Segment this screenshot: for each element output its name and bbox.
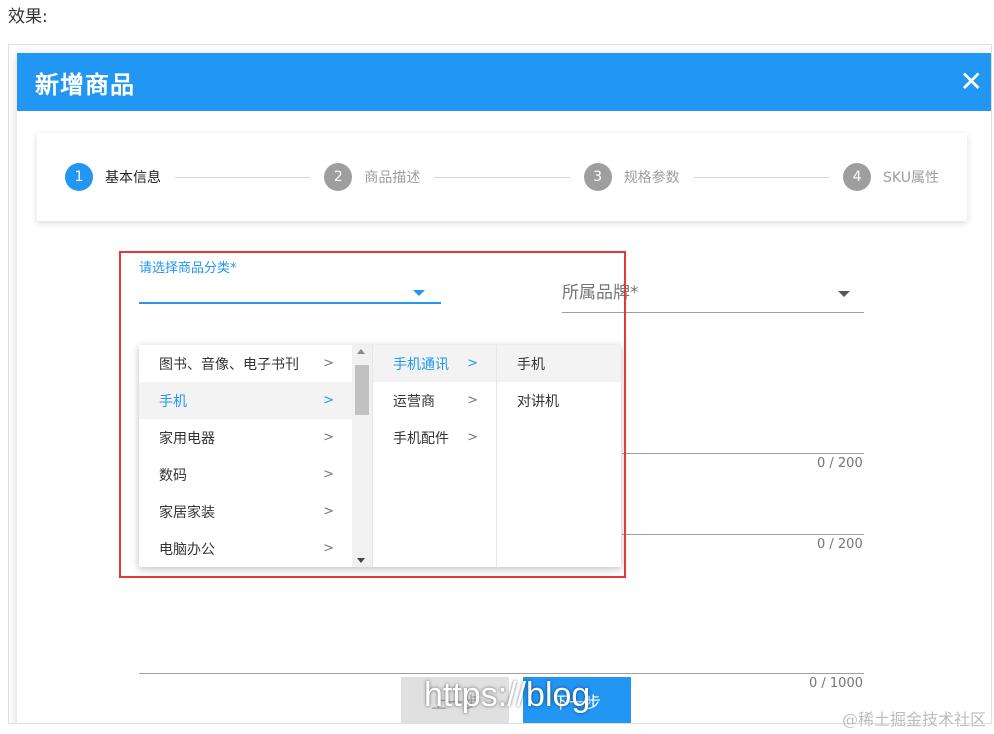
char-counter-2: 0 / 200 — [817, 537, 863, 552]
textarea-line[interactable] — [139, 673, 864, 674]
category-label: 请选择商品分类* — [139, 261, 237, 276]
text-field-line-2[interactable] — [622, 534, 864, 535]
dropdown-arrow-icon[interactable] — [838, 291, 850, 297]
cascader.col1-item[interactable]: 家用电器 > — [139, 419, 352, 456]
step-connector — [175, 176, 311, 178]
watermark-url: https://blog — [424, 676, 591, 714]
dialog-header: 新增商品 ✕ — [17, 53, 991, 111]
step-number: 2 — [324, 163, 353, 191]
add-product-dialog: 新增商品 ✕ 1 基本信息 2 商品描述 3 规格参数 4 SKU属性 请选择商… — [17, 53, 991, 723]
cascader-column-2: 手机通讯 > 运营商 > 手机配件 > — [373, 345, 497, 567]
page-label: 效果: — [8, 7, 48, 27]
cascader-item-label: 运营商 — [393, 393, 435, 410]
category-cascader: 图书、音像、电子书刊 > 手机 > 家用电器 > 数码 > 家居家装 > 电脑办公 > 手机通讯 > 运营… — [139, 345, 621, 567]
cascader.col1-item[interactable]: 手机 > — [139, 382, 353, 419]
step-basic-info[interactable]: 1 基本信息 — [65, 163, 161, 191]
text-field-line-1[interactable] — [622, 453, 864, 454]
cascader-column-3: 手机 对讲机 — [497, 345, 621, 567]
cascader.col2-item[interactable]: 运营商 > — [373, 382, 496, 419]
cascader.col3-item[interactable]: 对讲机 — [497, 382, 621, 419]
step-label: 规格参数 — [623, 170, 680, 186]
cascader-column-1: 图书、音像、电子书刊 > 手机 > 家用电器 > 数码 > 家居家装 > 电脑办公 > — [139, 345, 373, 567]
char-counter-1: 0 / 200 — [817, 456, 863, 471]
chevron-right-icon: > — [323, 356, 335, 371]
step-label: SKU属性 — [883, 170, 939, 186]
cascader.col1-item[interactable]: 图书、音像、电子书刊 > — [139, 345, 352, 382]
scroll-up-arrow-icon[interactable] — [357, 349, 366, 354]
cascader-item-label: 手机通讯 — [393, 356, 449, 373]
cascader-item-label: 电脑办公 — [159, 541, 215, 558]
scrollbar[interactable] — [352, 345, 372, 567]
cascader-item-label: 家居家装 — [159, 504, 215, 521]
brand-placeholder: 所属品牌* — [562, 283, 639, 303]
chevron-right-icon: > — [323, 430, 335, 445]
screenshot-frame: 新增商品 ✕ 1 基本信息 2 商品描述 3 规格参数 4 SKU属性 请选择商… — [8, 44, 992, 724]
step-label: 商品描述 — [364, 170, 421, 186]
chevron-right-icon: > — [323, 393, 335, 408]
cascader-list-1: 图书、音像、电子书刊 > 手机 > 家用电器 > 数码 > 家居家装 > 电脑办公 > — [139, 345, 353, 567]
cascader.col1-item[interactable]: 数码 > — [139, 456, 352, 493]
chevron-right-icon: > — [323, 504, 335, 519]
step-connector — [693, 176, 830, 178]
category-input[interactable] — [139, 276, 441, 304]
step-number: 1 — [65, 163, 93, 191]
category-select[interactable]: 请选择商品分类* — [139, 257, 441, 304]
cascader-item-label: 数码 — [159, 467, 187, 484]
chevron-right-icon: > — [467, 393, 478, 408]
step-spec-params[interactable]: 3 规格参数 — [583, 163, 680, 191]
cascader-item-label: 手机 — [517, 356, 545, 373]
cascader-item-label: 家用电器 — [159, 430, 215, 447]
watermark-site: @稀土掘金技术社区 — [841, 710, 986, 729]
brand-select[interactable]: 所属品牌* — [562, 279, 864, 313]
chevron-right-icon: > — [467, 356, 478, 371]
stepper: 1 基本信息 2 商品描述 3 规格参数 4 SKU属性 — [37, 133, 967, 221]
scrollbar-thumb[interactable] — [355, 365, 370, 415]
cascader.col1-item[interactable]: 电脑办公 > — [139, 530, 352, 567]
cascader.col1-item[interactable]: 家居家装 > — [139, 493, 352, 530]
chevron-right-icon: > — [323, 467, 335, 482]
cascader-item-label: 手机配件 — [393, 430, 449, 447]
dropdown-arrow-icon[interactable] — [413, 290, 425, 296]
step-connector — [434, 176, 570, 178]
step-number: 3 — [583, 163, 612, 191]
chevron-right-icon: > — [467, 430, 478, 445]
char-counter-3: 0 / 1000 — [809, 676, 863, 691]
cascader.col3-item[interactable]: 手机 — [497, 345, 621, 382]
cascader-item-label: 对讲机 — [517, 393, 559, 410]
step-number: 4 — [843, 163, 872, 191]
cascader-item-label: 图书、音像、电子书刊 — [159, 356, 299, 373]
cascader-item-label: 手机 — [159, 393, 187, 410]
form-content: 请选择商品分类* 所属品牌* 0 / 200 0 / 200 0 / 1000 … — [37, 221, 967, 691]
chevron-right-icon: > — [323, 541, 335, 556]
scroll-down-arrow-icon[interactable] — [357, 558, 366, 563]
step-product-description[interactable]: 2 商品描述 — [324, 163, 420, 191]
step-label: 基本信息 — [105, 170, 161, 186]
close-icon[interactable]: ✕ — [960, 68, 983, 96]
cascader.col2-item[interactable]: 手机配件 > — [373, 419, 496, 456]
step-sku-attributes[interactable]: 4 SKU属性 — [843, 163, 939, 191]
cascader.col2-item[interactable]: 手机通讯 > — [373, 345, 496, 382]
dialog-title: 新增商品 — [35, 70, 135, 99]
